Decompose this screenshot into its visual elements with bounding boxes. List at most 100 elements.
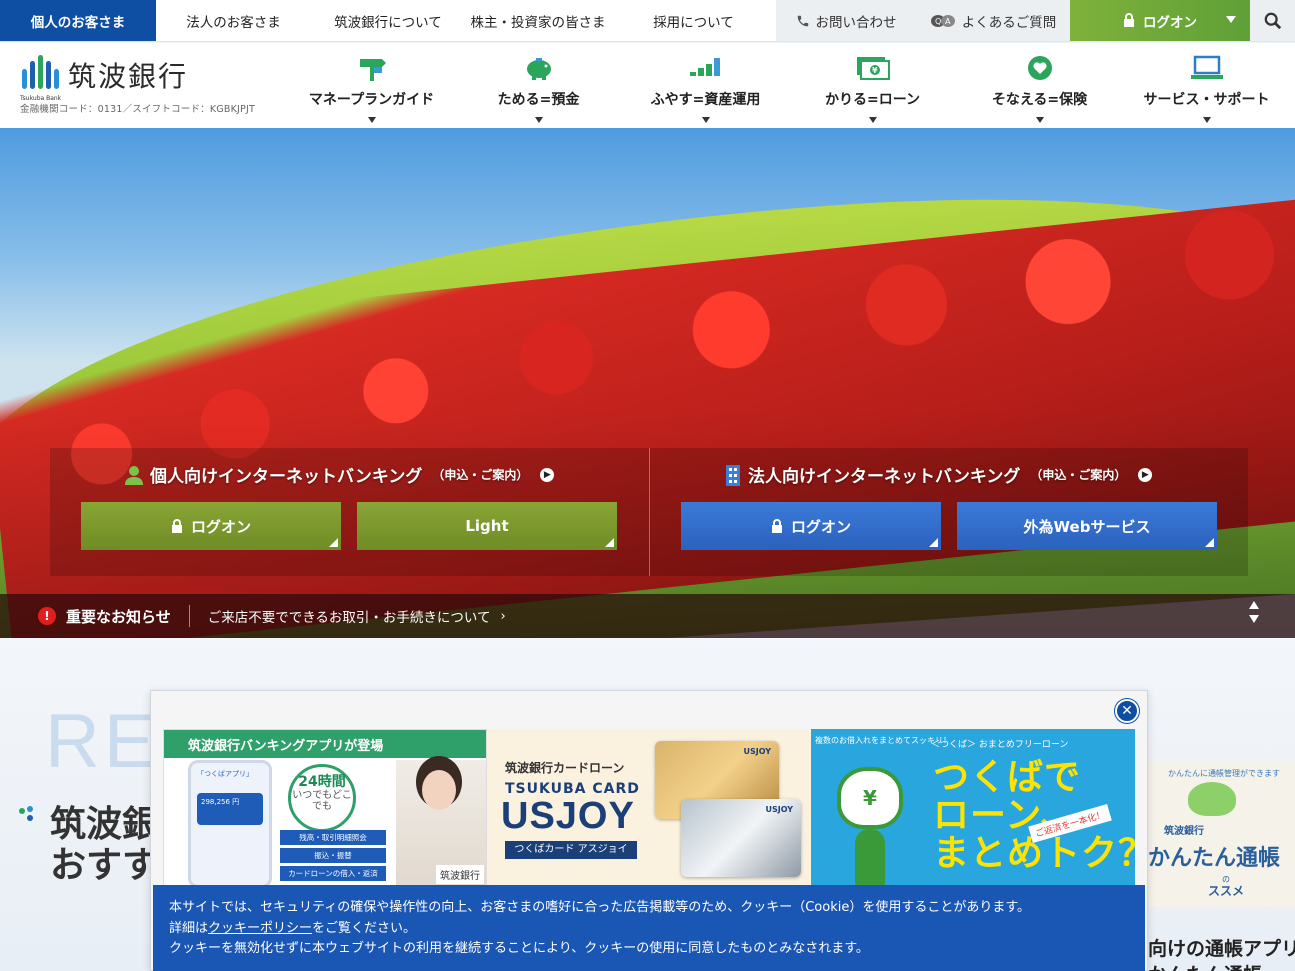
nav-services[interactable]: サービス・サポート	[1123, 43, 1290, 128]
hours-text: 24時間	[298, 774, 346, 790]
hero-banner: 個人向けインターネットバンキング （申込・ご案内） ▶ ログオン Light 法…	[0, 128, 1295, 638]
nav-loans[interactable]: ¥ かりる=ローン	[789, 43, 956, 128]
logon-dropdown-button[interactable]: ログオン	[1070, 0, 1250, 41]
cookie-text: 詳細は	[169, 920, 209, 936]
button-label: 外為Webサービス	[1023, 517, 1151, 536]
logon-label: ログオン	[1143, 14, 1197, 31]
phone-app-name: 「つくばアプリ」	[197, 770, 253, 778]
notice-pager	[1249, 601, 1259, 623]
chevron-right-circle-icon: ▶	[540, 467, 555, 482]
lock-icon	[171, 518, 182, 533]
search-button[interactable]	[1250, 0, 1295, 41]
personal-light-button[interactable]: Light	[357, 502, 617, 550]
banner-consolidation-loan[interactable]: 複数のお借入れをまとめてスッキリ！ ＜つくば＞ おまとめフリーローン つくばで …	[811, 729, 1135, 887]
feature-list: 残高・取引明細照会 振込・振替 カードローンの借入・返済	[280, 830, 386, 884]
bank-logo[interactable]: 筑波銀行	[20, 55, 188, 95]
arrow-down-icon[interactable]	[1249, 615, 1259, 623]
card-label: USJOY	[743, 747, 771, 756]
section-bg-word: RE	[45, 699, 159, 784]
personal-ib-heading[interactable]: 個人向けインターネットバンキング （申込・ご案内） ▶	[124, 462, 555, 487]
card-label: USJOY	[765, 805, 793, 814]
banner-card-loan-usjoy[interactable]: 筑波銀行カードローン TSUKUBA CARD USJOY つくばカード アスジ…	[487, 729, 811, 887]
faq-link[interactable]: QA よくあるご質問	[916, 0, 1070, 41]
link-recruit[interactable]: 採用について	[611, 0, 776, 41]
cookie-policy-link[interactable]: クッキーポリシー	[208, 921, 312, 936]
nav-label: ふやす=資産運用	[650, 92, 761, 108]
cookie-text: をご覧ください。	[312, 920, 417, 936]
notice-label: 重要なお知らせ	[66, 607, 171, 626]
button-label: Light	[465, 517, 509, 535]
phone-balance: 298,256 円	[197, 793, 263, 825]
card-tagline: かんたんに通帳管理ができます	[1168, 769, 1280, 778]
chevron-down-icon	[701, 117, 710, 123]
money-bag-icon: ¥	[837, 767, 903, 829]
button-label: ログオン	[190, 517, 251, 536]
notice-link[interactable]: ご来店不要でできるお取引・お手続きについて	[208, 606, 491, 626]
nav-label: そなえる=保険	[991, 92, 1088, 108]
personal-ib-note: （申込・ご案内）	[432, 468, 529, 482]
banner-bank-tag: 筑波銀行	[436, 865, 484, 884]
card-caption[interactable]: 向けの通帳アプリ	[1148, 934, 1295, 961]
person-figure-icon	[855, 829, 885, 887]
bank-codes: 金融機関コード：0131／スイフトコード：KGBKJPJT	[20, 104, 255, 115]
nav-money-plan[interactable]: マネープランガイド	[288, 43, 455, 128]
cookie-line: 本サイトでは、セキュリティの確保や操作性の向上、お客さまの嗜好に合った広告掲載等…	[169, 900, 1031, 915]
link-about-bank[interactable]: 筑波銀行について	[311, 0, 465, 41]
nav-insurance[interactable]: そなえる=保険	[956, 43, 1123, 128]
corporate-ib-title: 法人向けインターネットバンキング	[748, 467, 1021, 487]
feature-item: カードローンの借入・返済	[280, 866, 386, 881]
nav-savings[interactable]: ためる=預金	[455, 43, 622, 128]
promo-modal: ✕ 筑波銀行バンキングアプリが登場 「つくばアプリ」 298,256 円 24時…	[150, 690, 1148, 971]
lock-icon	[1124, 13, 1134, 27]
tab-corporate-customers[interactable]: 法人のお客さま	[156, 0, 311, 41]
headline-line: つくばで	[933, 757, 1082, 798]
link-investors[interactable]: 株主・投資家の皆さま	[465, 0, 611, 41]
frog-mascot-icon	[1188, 782, 1236, 816]
banner-brand-big: USJOY	[501, 795, 635, 837]
logo-mark-icon	[20, 55, 60, 95]
contact-label: お問い合わせ	[815, 14, 897, 31]
section-title-line: おすす	[50, 845, 159, 887]
corporate-ib-heading[interactable]: 法人向けインターネットバンキング （申込・ご案内） ▶	[724, 462, 1153, 487]
forex-web-service-button[interactable]: 外為Webサービス	[957, 502, 1217, 550]
internet-banking-panel: 個人向けインターネットバンキング （申込・ご案内） ▶ ログオン Light 法…	[50, 448, 1248, 576]
face-shape	[422, 770, 456, 810]
yen-bills-icon: ¥	[856, 57, 890, 80]
silver-card-image: USJOY	[681, 799, 801, 877]
button-label: ログオン	[790, 517, 851, 536]
banner-subtitle: ＜つくば＞ おまとめフリーローン	[931, 740, 1069, 750]
hours-sub: いつでもどこでも	[292, 790, 352, 813]
contact-link[interactable]: お問い合わせ	[776, 0, 916, 41]
hours-badge: 24時間 いつでもどこでも	[288, 764, 356, 832]
chevron-right-circle-icon: ▶	[1138, 467, 1153, 482]
chevron-down-icon	[367, 117, 376, 123]
heart-shield-icon	[1027, 56, 1052, 80]
card-bank-name: 筑波銀行	[1164, 826, 1204, 837]
close-icon: ✕	[1121, 703, 1133, 719]
passbook-app-card[interactable]: かんたんに通帳管理ができます 筑波銀行 かんたん通帳 の ススメ	[1148, 762, 1295, 907]
card-susume: ススメ	[1208, 884, 1245, 898]
personal-logon-button[interactable]: ログオン	[81, 502, 341, 550]
corporate-ib-note: （申込・ご案内）	[1030, 468, 1127, 482]
search-icon	[1264, 12, 1281, 29]
corporate-logon-button[interactable]: ログオン	[681, 502, 941, 550]
top-utility-bar: 個人のお客さま 法人のお客さま 筑波銀行について 株主・投資家の皆さま 採用につ…	[0, 0, 1295, 42]
nav-label: かりる=ローン	[824, 92, 921, 108]
banner-title: 筑波銀行バンキングアプリが登場	[164, 730, 486, 758]
person-icon	[125, 465, 143, 485]
card-caption[interactable]: かんたん通帳	[1148, 960, 1262, 971]
main-header: 筑波銀行 Tsukuba Bank 金融機関コード：0131／スイフトコード：K…	[0, 43, 1295, 128]
nav-investment[interactable]: ふやす=資産運用	[622, 43, 789, 128]
lock-icon	[771, 518, 782, 533]
arrow-up-icon[interactable]	[1249, 601, 1259, 609]
cookie-line: 詳細はクッキーポリシーをご覧ください。	[169, 919, 1145, 940]
nav-label: マネープランガイド	[308, 92, 435, 108]
close-button[interactable]: ✕	[1115, 699, 1139, 723]
global-nav: マネープランガイド ためる=預金 ふやす=資産運用 ¥ かりる=ローン そなえる…	[288, 43, 1290, 128]
banner-banking-app[interactable]: 筑波銀行バンキングアプリが登場 「つくばアプリ」 298,256 円 24時間 …	[163, 729, 487, 887]
tab-personal-customers[interactable]: 個人のお客さま	[0, 0, 156, 41]
important-notice-bar: ! 重要なお知らせ ご来店不要でできるお取引・お手続きについて ›	[0, 594, 1295, 638]
banner-subtitle: 筑波銀行カードローン	[505, 761, 625, 775]
section-title-line: 筑波銀	[50, 804, 159, 845]
qa-bubbles-icon: QA	[930, 14, 955, 27]
